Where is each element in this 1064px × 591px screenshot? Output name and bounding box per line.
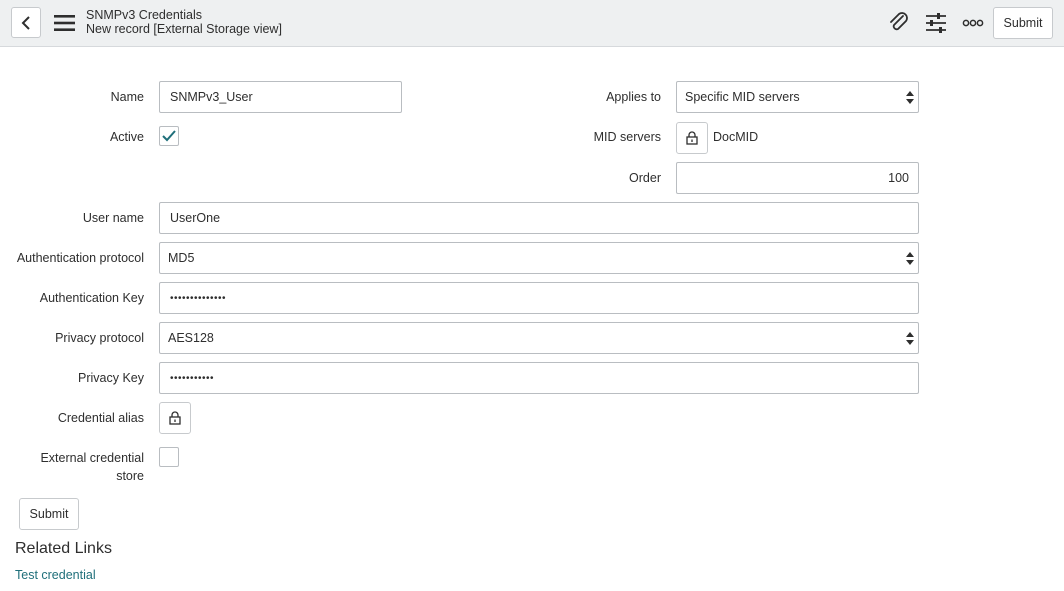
more-options-icon[interactable] (962, 12, 984, 34)
auth-key-input[interactable]: •••••••••••••• (159, 282, 919, 314)
name-label: Name (110, 90, 144, 104)
settings-sliders-icon[interactable] (925, 12, 947, 34)
auth-protocol-label: Authentication protocol (16, 251, 144, 265)
back-icon (21, 15, 30, 30)
mid-servers-label: MID servers (593, 130, 661, 144)
active-label: Active (109, 130, 144, 144)
privacy-protocol-label: Privacy protocol (55, 331, 144, 345)
mid-servers-lock-button[interactable] (676, 122, 708, 154)
lock-icon (686, 131, 698, 145)
privacy-key-input[interactable]: ••••••••••• (159, 362, 919, 394)
credential-alias-lock-button[interactable] (159, 402, 191, 434)
external-store-label-line2: store (116, 469, 144, 483)
name-input[interactable]: SNMPv3_User (159, 81, 402, 113)
auth-protocol-select[interactable]: MD5 (159, 242, 919, 274)
checkmark-icon (162, 130, 176, 142)
mid-servers-value: DocMID (713, 130, 759, 144)
select-arrows-icon (906, 91, 914, 104)
menu-icon[interactable] (54, 13, 75, 33)
external-store-label-line1: External credential (40, 451, 144, 465)
external-store-label: External credential store (40, 449, 144, 485)
back-button[interactable] (11, 7, 41, 38)
privacy-key-label: Privacy Key (78, 371, 144, 385)
test-credential-link[interactable]: Test credential (15, 568, 96, 582)
privacy-protocol-value: AES128 (168, 331, 214, 345)
related-links-heading: Related Links (15, 540, 112, 557)
credential-alias-label: Credential alias (57, 411, 144, 425)
order-input[interactable]: 100 (676, 162, 919, 194)
order-label: Order (629, 171, 661, 185)
active-checkbox[interactable] (159, 126, 179, 146)
form-header: SNMPv3 Credentials New record [External … (0, 0, 1064, 47)
attachment-icon[interactable] (888, 12, 910, 34)
applies-to-select[interactable]: Specific MID servers (676, 81, 919, 113)
submit-button-bottom[interactable]: Submit (19, 498, 79, 530)
submit-button-top[interactable]: Submit (993, 7, 1053, 39)
applies-to-label: Applies to (606, 90, 661, 104)
user-name-input[interactable]: UserOne (159, 202, 919, 234)
external-store-checkbox[interactable] (159, 447, 179, 467)
page-subtitle: New record [External Storage view] (86, 22, 282, 36)
auth-protocol-value: MD5 (168, 251, 195, 265)
lock-icon (169, 411, 181, 425)
select-arrows-icon (906, 252, 914, 265)
select-arrows-icon (906, 332, 914, 345)
privacy-protocol-select[interactable]: AES128 (159, 322, 919, 354)
page-title: SNMPv3 Credentials (86, 8, 203, 22)
applies-to-value: Specific MID servers (685, 90, 800, 104)
auth-key-label: Authentication Key (39, 291, 144, 305)
user-name-label: User name (82, 211, 144, 225)
